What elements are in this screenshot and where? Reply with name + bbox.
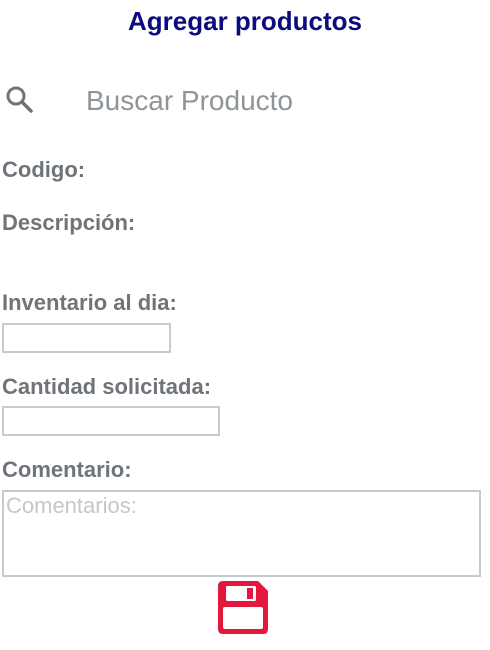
search-bar [0,80,490,122]
descripcion-label: Descripción: [2,210,136,235]
cantidad-label: Cantidad solicitada: [2,374,212,399]
inventario-field[interactable] [2,323,171,353]
search-icon[interactable] [4,84,34,114]
floppy-disk-icon [218,581,268,634]
comentario-label: Comentario: [2,457,132,482]
search-input[interactable] [74,80,486,122]
add-products-screen: Agregar productos Codigo: Descripción: I… [0,0,490,650]
comentario-field[interactable] [2,490,481,577]
page-title: Agregar productos [127,6,363,36]
inventario-label: Inventario al dia: [2,290,177,315]
save-button[interactable] [214,579,272,637]
codigo-label: Codigo: [2,157,86,182]
cantidad-field[interactable] [2,406,220,436]
